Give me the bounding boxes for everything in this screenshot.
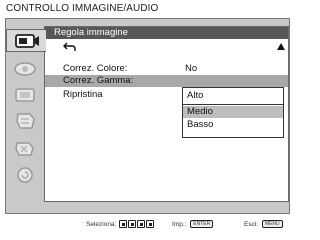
up-key-icon	[119, 220, 128, 229]
screen-icon[interactable]	[9, 83, 41, 106]
dropdown-option-high[interactable]: Alto	[183, 90, 283, 102]
tool-icon[interactable]	[9, 137, 41, 160]
right-key-icon	[146, 220, 155, 229]
sidebar	[6, 19, 46, 213]
footer-hints: Seleziona: Imp.: ENTER Esci: MENU	[0, 219, 296, 231]
dropdown-divider	[183, 104, 283, 105]
select-hint: Seleziona:	[86, 219, 155, 231]
enter-hint: Imp.: ENTER	[172, 219, 214, 231]
row-label: Correz. Colore:	[63, 63, 128, 74]
enter-label: Imp.	[172, 221, 185, 228]
select-label: Seleziona	[86, 221, 115, 228]
back-arrow-icon[interactable]	[63, 41, 77, 53]
left-key-icon	[137, 220, 146, 229]
info-icon[interactable]	[9, 163, 41, 186]
scroll-up-icon[interactable]	[276, 42, 286, 52]
row-gamma-correction[interactable]: Correz. Gamma:	[45, 75, 288, 87]
row-value: No	[185, 63, 198, 74]
row-color-correction[interactable]: Correz. Colore: No	[45, 63, 288, 75]
dropdown-option-medium[interactable]: Medio	[183, 106, 283, 118]
dropdown-option-low[interactable]: Basso	[183, 119, 283, 131]
gamma-dropdown[interactable]: Alto Medio Basso	[182, 87, 284, 138]
down-key-icon	[128, 220, 137, 229]
menu-panel: Regola immagine Correz. Colore: No Corre…	[44, 26, 289, 202]
setup-icon[interactable]	[9, 109, 41, 132]
picture-icon[interactable]	[9, 57, 41, 80]
menu-title: CONTROLLO IMMAGINE/AUDIO	[6, 3, 159, 14]
row-label: Correz. Gamma:	[63, 75, 134, 86]
exit-hint: Esci: MENU	[244, 219, 283, 231]
row-label: Ripristina	[63, 89, 103, 100]
input-icon[interactable]	[6, 29, 46, 52]
enter-button-icon: ENTER	[190, 220, 214, 229]
panel-header: Regola immagine	[45, 27, 288, 39]
exit-label: Esci	[244, 221, 257, 228]
menu-button-icon: MENU	[261, 220, 283, 229]
